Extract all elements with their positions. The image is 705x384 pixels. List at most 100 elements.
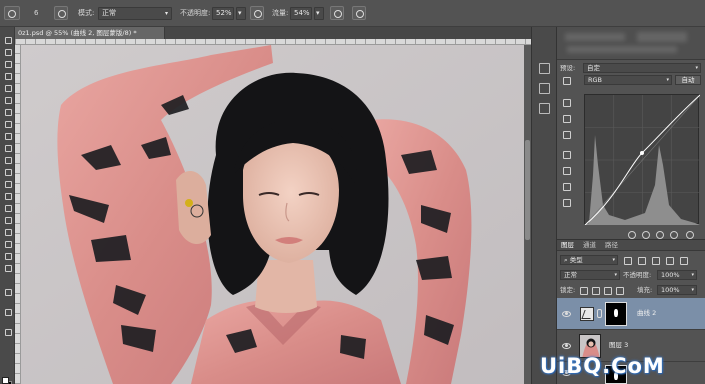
flow-slider-toggle[interactable]: ▾ [314, 7, 324, 20]
chevron-down-icon: ▾ [666, 77, 669, 83]
filter-smart-object-icon[interactable] [679, 256, 688, 265]
target-adjust-icon[interactable] [562, 76, 571, 85]
preset-dropdown[interactable]: 自定 ▾ [583, 63, 701, 73]
eraser-tool-icon[interactable] [3, 155, 12, 164]
pressure-opacity-icon[interactable] [250, 6, 264, 20]
history-brush-tool-icon[interactable] [3, 143, 12, 152]
filter-adjustment-icon[interactable] [637, 256, 646, 265]
marquee-tool-icon[interactable] [3, 47, 12, 56]
layer-opacity-label: 不透明度: [623, 271, 652, 279]
foreground-color-swatch[interactable] [2, 377, 9, 384]
fill-label: 填充: [637, 286, 653, 294]
brush-size-value: 6 [34, 9, 39, 17]
curves-graph[interactable] [584, 94, 701, 226]
document-tab-title: 0z1.psd @ 55% (曲线 2, 图层蒙版/8) * [18, 29, 137, 37]
tab-layers[interactable]: 图层 [561, 241, 574, 250]
chevron-down-icon: ▾ [695, 65, 698, 71]
pencil-draw-icon[interactable] [562, 166, 571, 175]
layer-name[interactable]: 图层 3 [609, 341, 628, 350]
edit-toolbar-icon[interactable] [3, 287, 12, 296]
pressure-size-icon[interactable] [352, 6, 366, 20]
dodge-tool-icon[interactable] [3, 191, 12, 200]
blend-mode-dropdown[interactable]: 正常 ▾ [560, 270, 620, 280]
pen-tool-icon[interactable] [3, 203, 12, 212]
mode-label: 模式: [78, 9, 95, 17]
portrait-photo [21, 45, 524, 384]
lasso-tool-icon[interactable] [3, 59, 12, 68]
hand-tool-icon[interactable] [3, 251, 12, 260]
move-tool-icon[interactable] [3, 35, 12, 44]
history-panel-icon[interactable] [539, 63, 550, 74]
sample-black-eyedropper-icon[interactable] [562, 98, 571, 107]
airbrush-icon[interactable] [330, 6, 344, 20]
properties-curves-panel: 预设: 自定 ▾ RGB ▾ 自动 [557, 60, 705, 240]
lock-position-icon[interactable] [603, 286, 612, 295]
view-previous-icon[interactable] [641, 230, 650, 239]
healing-brush-tool-icon[interactable] [3, 107, 12, 116]
opacity-input[interactable]: 52% [212, 7, 234, 20]
color-panel-icon[interactable] [539, 83, 550, 94]
swatches-panel-icon[interactable] [539, 103, 550, 114]
chevron-down-icon: ▾ [316, 9, 320, 17]
gradient-tool-icon[interactable] [3, 167, 12, 176]
scrollbar-thumb[interactable] [525, 140, 530, 240]
mode-dropdown-value: 正常 [102, 9, 116, 17]
layer-row-curves-2[interactable]: 曲线 2 [557, 298, 705, 330]
filter-shape-icon[interactable] [665, 256, 674, 265]
eye-icon[interactable] [562, 311, 571, 317]
tab-paths[interactable]: 路径 [605, 241, 618, 250]
auto-button-label: 自动 [681, 76, 695, 84]
type-tool-icon[interactable] [3, 215, 12, 224]
reset-icon[interactable] [655, 230, 664, 239]
layer-opacity-input[interactable]: 100% ▾ [657, 270, 697, 280]
visibility-icon[interactable] [669, 230, 678, 239]
mode-dropdown[interactable]: 正常 ▾ [98, 7, 172, 20]
sample-white-eyedropper-icon[interactable] [562, 130, 571, 139]
crop-tool-icon[interactable] [3, 83, 12, 92]
chevron-down-icon: ▾ [614, 272, 617, 278]
document-tab-bar [165, 27, 531, 39]
blur-tool-icon[interactable] [3, 179, 12, 188]
preset-label: 预设: [560, 64, 576, 72]
auto-button[interactable]: 自动 [675, 75, 701, 85]
tab-channels[interactable]: 通道 [583, 241, 596, 250]
blend-mode-value: 正常 [564, 271, 577, 279]
chain-link-icon[interactable] [597, 309, 602, 318]
quick-mask-icon[interactable] [3, 307, 12, 316]
document-tab[interactable]: 0z1.psd @ 55% (曲线 2, 图层蒙版/8) * [15, 27, 165, 39]
fill-input[interactable]: 100% ▾ [657, 285, 697, 295]
opacity-input-value: 52% [216, 9, 232, 17]
chevron-down-icon: ▾ [691, 287, 694, 293]
filter-type-icon[interactable] [651, 256, 660, 265]
clone-stamp-tool-icon[interactable] [3, 131, 12, 140]
lock-all-icon[interactable] [615, 286, 624, 295]
brush-tool-icon[interactable] [3, 119, 12, 128]
zoom-tool-icon[interactable] [3, 263, 12, 272]
shape-tool-icon[interactable] [3, 239, 12, 248]
eyedropper-tool-icon[interactable] [3, 95, 12, 104]
clipping-warning-icon[interactable] [562, 198, 571, 207]
layers-panel-tabs: 图层 通道 路径 [557, 240, 705, 251]
brush-panel-icon[interactable] [54, 6, 68, 20]
flow-input[interactable]: 54% [290, 7, 312, 20]
lock-transparency-icon[interactable] [579, 286, 588, 295]
smooth-icon[interactable] [562, 182, 571, 191]
eye-icon[interactable] [562, 343, 571, 349]
channel-dropdown[interactable]: RGB ▾ [584, 75, 672, 85]
document-canvas[interactable] [21, 45, 524, 384]
filter-pixel-icon[interactable] [623, 256, 632, 265]
layer-filter-dropdown[interactable]: ⌕ 类型 ▾ [560, 255, 618, 265]
clip-to-layer-icon[interactable] [627, 230, 636, 239]
canvas-vertical-scrollbar[interactable] [524, 45, 531, 384]
layer-mask-thumbnail[interactable] [605, 302, 627, 326]
quick-select-tool-icon[interactable] [3, 71, 12, 80]
screen-mode-icon[interactable] [3, 327, 12, 336]
curve-edit-icon[interactable] [562, 150, 571, 159]
layer-name[interactable]: 曲线 2 [637, 309, 656, 318]
trash-icon[interactable] [685, 230, 694, 239]
brush-preset-icon[interactable] [4, 6, 20, 20]
path-select-tool-icon[interactable] [3, 227, 12, 236]
opacity-slider-toggle[interactable]: ▾ [236, 7, 246, 20]
lock-pixels-icon[interactable] [591, 286, 600, 295]
sample-gray-eyedropper-icon[interactable] [562, 114, 571, 123]
